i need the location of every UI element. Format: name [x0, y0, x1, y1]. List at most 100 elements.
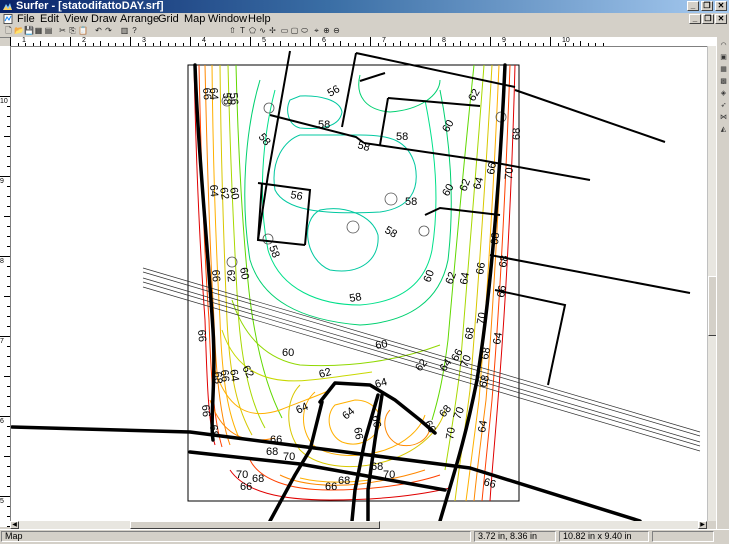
contour-label: 62 — [224, 269, 237, 282]
ruler-tick — [7, 396, 10, 397]
map-image-icon[interactable]: ▩ — [719, 77, 728, 86]
menu-help[interactable]: Help — [248, 13, 271, 25]
doc-restore-button[interactable]: ❐ — [702, 14, 714, 24]
ruler-tick — [7, 196, 10, 197]
ruler-tick — [250, 37, 251, 46]
print-icon[interactable]: ▦ — [34, 26, 43, 35]
polyline-tool-icon[interactable]: ∿ — [258, 26, 267, 35]
reshape-tool-icon[interactable]: ⌖ — [312, 26, 321, 35]
scroll-left-arrow[interactable]: ◀ — [10, 521, 19, 529]
rectangle-tool-icon[interactable]: ▭ — [280, 26, 289, 35]
horizontal-scroll-thumb[interactable] — [130, 521, 380, 529]
ruler-tick — [0, 416, 10, 417]
arrow-left-icon: ◀ — [12, 522, 17, 528]
help-pointer-icon[interactable]: ? — [130, 26, 139, 35]
ruler-tick — [7, 226, 10, 227]
text-tool-icon[interactable]: T — [238, 26, 247, 35]
map-base-icon[interactable]: ▣ — [719, 53, 728, 62]
menu-edit[interactable]: Edit — [40, 13, 59, 25]
contour-label: 66 — [270, 434, 282, 446]
copy-icon[interactable]: ⎘ — [68, 26, 77, 35]
contour-label: 60 — [374, 338, 388, 352]
contour-map[interactable]: 56 58 58 58 58 60 62 56 58 58 60 62 64 6… — [11, 47, 716, 521]
undo-icon[interactable]: ↶ — [94, 26, 103, 35]
scroll-right-arrow[interactable]: ▶ — [698, 521, 707, 529]
menu-window[interactable]: Window — [208, 13, 247, 25]
ruler-label: 2 — [82, 37, 86, 44]
map-surface-icon[interactable]: ◭ — [719, 125, 728, 134]
map-contour-icon[interactable]: ◠ — [719, 41, 728, 50]
ruler-label: 1 — [22, 37, 26, 44]
new-icon[interactable]: 🗋 — [4, 26, 13, 35]
contour-label: 68 — [207, 424, 220, 437]
map-wireframe-icon[interactable]: ⋈ — [719, 113, 728, 122]
zoom-out-icon[interactable]: ⊖ — [332, 26, 341, 35]
menu-view[interactable]: View — [64, 13, 88, 25]
vertical-ruler: 10 9 8 7 6 5 — [0, 46, 11, 527]
ruler-tick — [355, 43, 356, 46]
document-icon[interactable] — [3, 14, 13, 24]
menu-arrange[interactable]: Arrange — [120, 13, 159, 25]
map-shaded-icon[interactable]: ◈ — [719, 89, 728, 98]
cut-icon[interactable]: ✂ — [58, 26, 67, 35]
polygon-tool-icon[interactable]: ⬠ — [248, 26, 257, 35]
ruler-tick — [280, 41, 281, 46]
ruler-tick — [7, 406, 10, 407]
restore-icon: ❐ — [703, 1, 711, 10]
restore-button[interactable]: ❐ — [701, 1, 713, 11]
symbol-tool-icon[interactable]: ✢ — [268, 26, 277, 35]
ruler-tick — [452, 43, 454, 46]
menu-grid[interactable]: Grid — [158, 13, 179, 25]
status-cursor-position: 3.72 in, 8.36 in — [474, 531, 556, 542]
paste-icon[interactable]: 📋 — [78, 26, 88, 35]
ruler-tick — [437, 43, 439, 46]
doc-minimize-button[interactable]: _ — [689, 14, 701, 24]
contour-label: 68 — [463, 326, 477, 340]
ruler-tick — [310, 37, 311, 46]
menu-file[interactable]: File — [17, 13, 35, 25]
contour-label: 58 — [405, 196, 417, 208]
contour-label: 64 — [207, 184, 220, 197]
ruler-tick — [107, 43, 109, 46]
map-vector-icon[interactable]: ➶ — [719, 101, 728, 110]
ruler-tick — [7, 246, 10, 247]
zoom-in-icon[interactable]: ⊕ — [322, 26, 331, 35]
horizontal-ruler: 1 2 3 4 5 6 7 8 9 10 — [10, 37, 716, 47]
ruler-tick — [7, 426, 10, 427]
horizontal-scrollbar[interactable]: ◀ ▶ — [10, 521, 707, 529]
ruler-tick — [7, 346, 10, 347]
ruler-tick — [4, 136, 10, 137]
save-icon[interactable]: 💾 — [24, 26, 34, 35]
redo-icon[interactable]: ↷ — [104, 26, 113, 35]
doc-close-button[interactable]: ✕ — [715, 14, 727, 24]
ellipse-tool-icon[interactable]: ⬭ — [300, 26, 309, 35]
surfer-app-icon[interactable] — [2, 1, 13, 12]
ruler-tick — [7, 326, 10, 327]
close-button[interactable]: ✕ — [715, 1, 727, 11]
ruler-tick — [130, 37, 131, 46]
contour-label: 66 — [199, 404, 212, 417]
ruler-tick — [460, 41, 461, 46]
worksheet-icon[interactable]: ▤ — [44, 26, 53, 35]
menu-bar: File Edit View Draw Arrange Grid Map Win… — [0, 13, 729, 25]
menu-draw[interactable]: Draw — [91, 13, 117, 25]
close-icon: ✕ — [717, 14, 725, 23]
ruler-tick — [220, 41, 221, 46]
menu-map[interactable]: Map — [184, 13, 205, 25]
open-icon[interactable]: 📂 — [14, 26, 24, 35]
minimize-button[interactable]: _ — [687, 1, 699, 11]
select-arrow-icon[interactable]: ⇧ — [228, 26, 237, 35]
ruler-tick — [7, 486, 10, 487]
grid-icon[interactable]: ▥ — [120, 26, 129, 35]
contour-label: 68 — [479, 346, 493, 360]
plot-canvas[interactable]: 56 58 58 58 58 60 62 56 58 58 60 62 64 6… — [11, 47, 716, 521]
map-post-icon[interactable]: ▦ — [719, 65, 728, 74]
rounded-rectangle-tool-icon[interactable]: ▢ — [290, 26, 299, 35]
ruler-tick — [595, 43, 596, 46]
contour-label: 70 — [383, 469, 395, 481]
ruler-tick — [7, 516, 10, 517]
ruler-tick — [317, 43, 319, 46]
window-title: Surfer - [statodifattoDAY.srf] — [16, 0, 164, 12]
ruler-tick — [92, 43, 94, 46]
ruler-tick — [542, 43, 544, 46]
